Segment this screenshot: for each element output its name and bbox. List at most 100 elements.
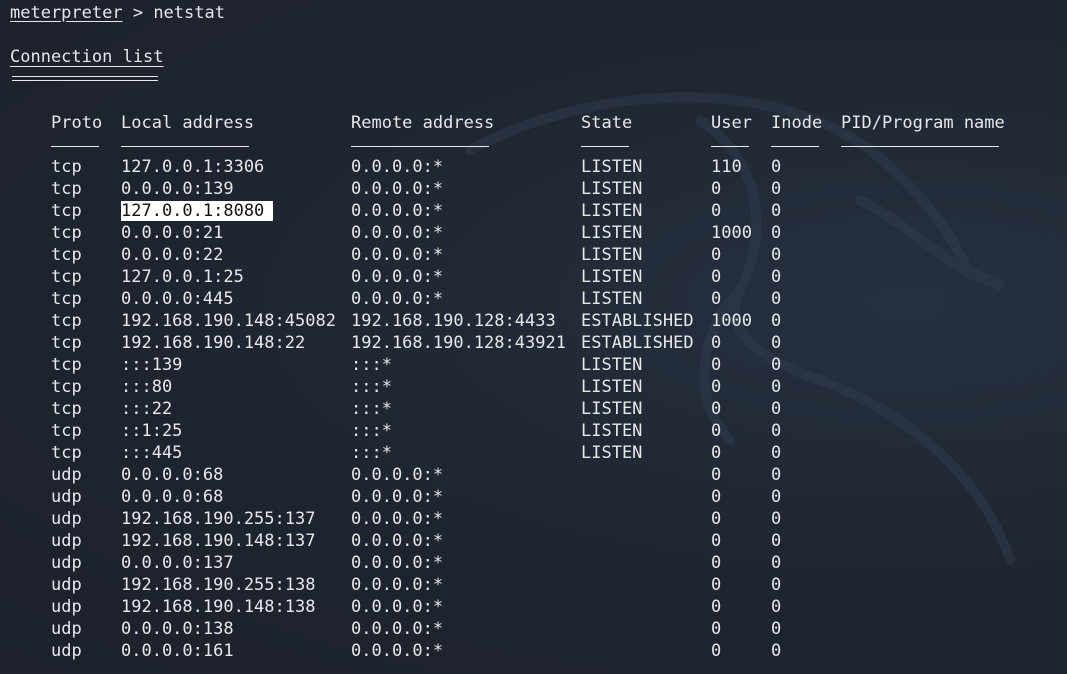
column-header-rule <box>351 146 489 147</box>
row-12-state: LISTEN <box>581 399 643 419</box>
row-22-inode: 0 <box>771 619 782 639</box>
prompt-name: meterpreter <box>10 3 123 23</box>
row-13-inode: 0 <box>771 421 782 441</box>
row-1-state: LISTEN <box>581 157 643 177</box>
row-23-proto: udp <box>51 641 82 661</box>
row-3-local-address: 127.0.0.1:8080 <box>121 200 274 222</box>
row-5-state: LISTEN <box>581 245 643 265</box>
row-14-local-address: :::445 <box>121 443 183 463</box>
row-6-remote-address: 0.0.0.0:* <box>351 267 444 287</box>
row-19-local-address: 0.0.0.0:137 <box>121 553 234 573</box>
row-19-remote-address: 0.0.0.0:* <box>351 553 444 573</box>
row-17-inode: 0 <box>771 509 782 529</box>
column-header-proto: Proto <box>51 113 103 133</box>
row-15-local-address: 0.0.0.0:68 <box>121 465 224 485</box>
row-7-remote-address: 0.0.0.0:* <box>351 289 444 309</box>
row-6-inode: 0 <box>771 267 782 287</box>
row-23-remote-address: 0.0.0.0:* <box>351 641 444 661</box>
row-18-proto: udp <box>51 531 82 551</box>
row-9-local-address: 192.168.190.148:22 <box>121 333 306 353</box>
row-10-local-address: :::139 <box>121 355 183 375</box>
row-15-remote-address: 0.0.0.0:* <box>351 465 444 485</box>
row-6-state: LISTEN <box>581 267 643 287</box>
row-7-inode: 0 <box>771 289 782 309</box>
row-7-user: 0 <box>711 289 722 309</box>
row-14-state: LISTEN <box>581 443 643 463</box>
column-header-remote-address: Remote address <box>351 113 495 133</box>
row-1-proto: tcp <box>51 157 82 177</box>
row-4-proto: tcp <box>51 223 82 243</box>
row-12-user: 0 <box>711 399 722 419</box>
row-14-user: 0 <box>711 443 722 463</box>
row-14-proto: tcp <box>51 443 82 463</box>
terminal-window[interactable]: meterpreter > netstat Connection list Pr… <box>0 0 1067 674</box>
row-12-local-address: :::22 <box>121 399 173 419</box>
column-header-state: State <box>581 113 633 133</box>
row-16-remote-address: 0.0.0.0:* <box>351 487 444 507</box>
row-1-inode: 0 <box>771 157 782 177</box>
row-2-user: 0 <box>711 179 722 199</box>
column-header-rule <box>711 146 749 147</box>
row-4-inode: 0 <box>771 223 782 243</box>
row-5-proto: tcp <box>51 245 82 265</box>
row-1-remote-address: 0.0.0.0:* <box>351 157 444 177</box>
row-13-state: LISTEN <box>581 421 643 441</box>
row-11-state: LISTEN <box>581 377 643 397</box>
selected-text-highlight[interactable]: 127.0.0.1:8080 <box>121 201 274 221</box>
row-2-state: LISTEN <box>581 179 643 199</box>
column-header-rule <box>121 146 249 147</box>
row-18-inode: 0 <box>771 531 782 551</box>
row-22-local-address: 0.0.0.0:138 <box>121 619 234 639</box>
row-4-remote-address: 0.0.0.0:* <box>351 223 444 243</box>
row-2-inode: 0 <box>771 179 782 199</box>
row-11-remote-address: :::* <box>351 377 392 397</box>
row-7-local-address: 0.0.0.0:445 <box>121 289 234 309</box>
section-underline <box>12 80 158 81</box>
row-1-local-address: 127.0.0.1:3306 <box>121 157 265 177</box>
row-19-proto: udp <box>51 553 82 573</box>
row-20-user: 0 <box>711 575 722 595</box>
row-9-state: ESTABLISHED <box>581 333 694 353</box>
command-prompt-line: meterpreter > netstat <box>10 2 225 24</box>
row-12-proto: tcp <box>51 399 82 419</box>
row-18-remote-address: 0.0.0.0:* <box>351 531 444 551</box>
row-5-inode: 0 <box>771 245 782 265</box>
row-4-user: 1000 <box>711 223 752 243</box>
row-15-inode: 0 <box>771 465 782 485</box>
row-11-inode: 0 <box>771 377 782 397</box>
column-header-user: User <box>711 113 752 133</box>
row-8-state: ESTABLISHED <box>581 311 694 331</box>
row-17-proto: udp <box>51 509 82 529</box>
row-7-proto: tcp <box>51 289 82 309</box>
row-20-proto: udp <box>51 575 82 595</box>
row-3-user: 0 <box>711 201 722 221</box>
row-6-proto: tcp <box>51 267 82 287</box>
row-4-state: LISTEN <box>581 223 643 243</box>
row-2-local-address: 0.0.0.0:139 <box>121 179 234 199</box>
row-23-local-address: 0.0.0.0:161 <box>121 641 234 661</box>
row-18-user: 0 <box>711 531 722 551</box>
row-11-user: 0 <box>711 377 722 397</box>
column-header-inode: Inode <box>771 113 823 133</box>
prompt-command: netstat <box>153 3 225 23</box>
row-10-inode: 0 <box>771 355 782 375</box>
row-12-inode: 0 <box>771 399 782 419</box>
row-9-remote-address: 192.168.190.128:43921 <box>351 333 566 353</box>
column-header-rule <box>841 146 999 147</box>
row-20-remote-address: 0.0.0.0:* <box>351 575 444 595</box>
row-8-proto: tcp <box>51 311 82 331</box>
row-14-remote-address: :::* <box>351 443 392 463</box>
row-1-user: 110 <box>711 157 742 177</box>
row-16-proto: udp <box>51 487 82 507</box>
row-9-user: 0 <box>711 333 722 353</box>
column-header-rule <box>51 146 99 147</box>
row-19-user: 0 <box>711 553 722 573</box>
row-16-inode: 0 <box>771 487 782 507</box>
row-2-remote-address: 0.0.0.0:* <box>351 179 444 199</box>
column-header-rule <box>581 146 629 147</box>
row-10-user: 0 <box>711 355 722 375</box>
row-17-user: 0 <box>711 509 722 529</box>
row-10-proto: tcp <box>51 355 82 375</box>
row-11-local-address: :::80 <box>121 377 173 397</box>
section-title: Connection list <box>10 47 164 67</box>
